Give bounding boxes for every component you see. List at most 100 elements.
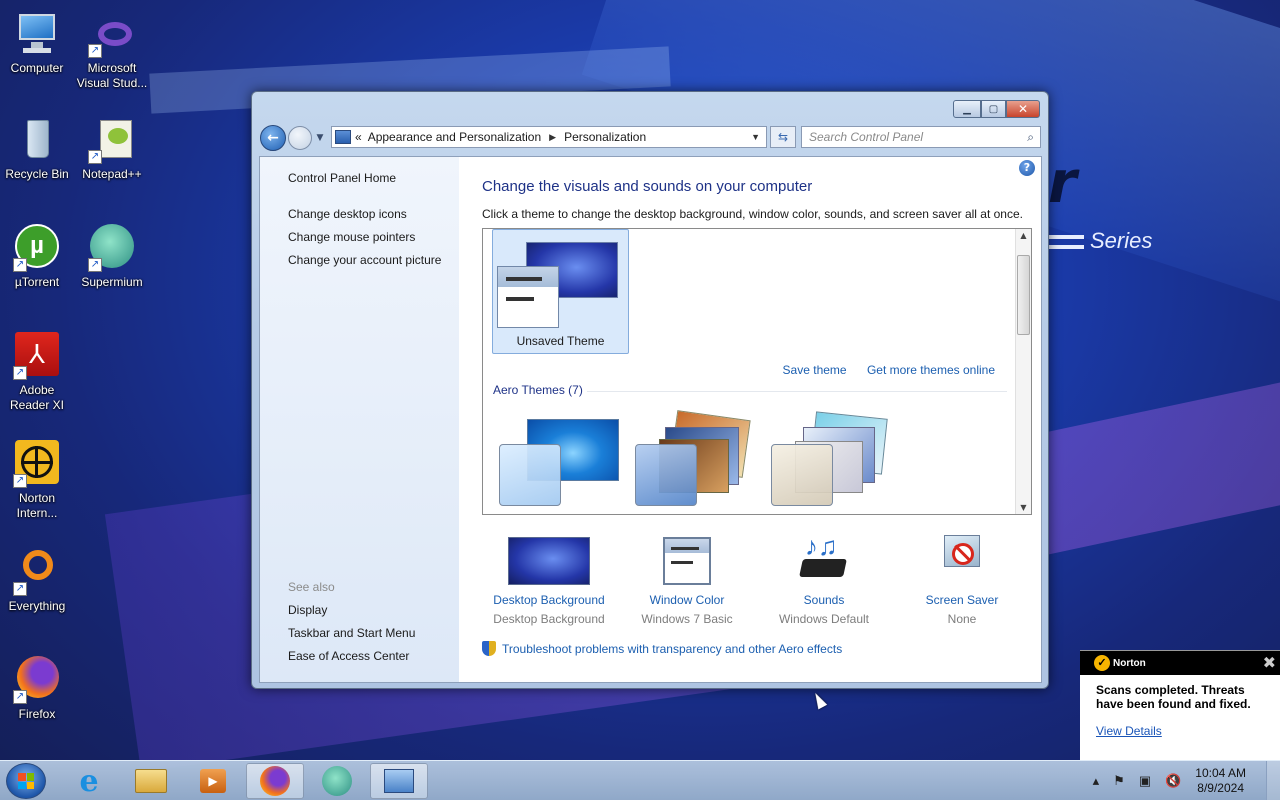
get-more-themes-link[interactable]: Get more themes online [867, 363, 995, 377]
desktop-icon-utorrent[interactable]: µ ↗ µTorrent [0, 224, 74, 290]
clock-date: 8/9/2024 [1197, 781, 1244, 795]
close-notification-icon[interactable]: ✖ [1263, 653, 1276, 672]
taskbar-media-player[interactable]: ▶ [184, 763, 242, 799]
norton-message: Scans completed. Threats have been found… [1096, 683, 1251, 711]
control-panel-home-link[interactable]: Control Panel Home [288, 171, 396, 185]
desktop-icon-label: µTorrent [14, 275, 60, 289]
display-link[interactable]: Display [288, 603, 327, 617]
address-chevron[interactable]: « [355, 130, 362, 144]
window-color-link[interactable]: Window Color [617, 593, 757, 607]
utorrent-icon: µ ↗ [13, 224, 61, 272]
ease-of-access-link[interactable]: Ease of Access Center [288, 649, 409, 663]
desktop-icon-recycle-bin[interactable]: Recycle Bin [0, 116, 74, 182]
volume-muted-icon[interactable]: 🔇 [1165, 773, 1181, 789]
troubleshoot-link[interactable]: Troubleshoot problems with transparency … [502, 642, 842, 656]
breadcrumb-separator-icon[interactable]: ▶ [549, 132, 556, 143]
theme-label: Unsaved Theme [516, 334, 605, 348]
desktop-icon-adobe-reader[interactable]: ⅄ ↗ Adobe Reader XI [0, 332, 74, 413]
desktop-icon-label: Firefox [18, 707, 56, 721]
desktop-icon-computer[interactable]: Computer [0, 10, 74, 76]
screen-saver-link[interactable]: Screen Saver [892, 593, 1032, 607]
taskbar-firefox[interactable] [246, 763, 304, 799]
desktop-background-icon [508, 533, 590, 587]
taskbar-supermium[interactable] [308, 763, 366, 799]
view-details-link[interactable]: View Details [1096, 724, 1280, 738]
screen-saver-icon [938, 533, 986, 587]
desktop-icon-notepadpp[interactable]: ↗ Notepad++ [75, 116, 149, 182]
taskbar-start-menu-link[interactable]: Taskbar and Start Menu [288, 626, 415, 640]
aero-theme-characters[interactable] [767, 411, 892, 510]
maximize-button[interactable]: ▢ [981, 100, 1006, 118]
window-controls: ▁ ▢ ✕ [953, 100, 1040, 118]
change-mouse-pointers-link[interactable]: Change mouse pointers [288, 230, 415, 244]
internet-explorer-icon: e [79, 763, 99, 799]
aero-theme-architecture[interactable] [631, 410, 756, 510]
address-dropdown-icon[interactable]: ▼ [751, 132, 760, 142]
desktop-icon-supermium[interactable]: ↗ Supermium [75, 224, 149, 290]
control-panel-icon [384, 769, 414, 793]
forward-button[interactable] [288, 126, 312, 150]
desktop-icon-label: Supermium [81, 275, 143, 289]
window-color-setting[interactable]: Window Color Windows 7 Basic [617, 533, 757, 626]
wallpaper-series-text: Series [1040, 228, 1152, 254]
desktop-icon-everything[interactable]: ↗ Everything [0, 548, 74, 614]
breadcrumb-appearance[interactable]: Appearance and Personalization [368, 130, 541, 144]
desktop-icon-visual-studio[interactable]: ↗ Microsoft Visual Stud... [75, 18, 149, 91]
taskbar-control-panel[interactable] [370, 763, 428, 799]
supermium-icon [322, 766, 352, 796]
address-bar[interactable]: « Appearance and Personalization ▶ Perso… [331, 126, 767, 148]
help-icon[interactable]: ? [1019, 160, 1035, 176]
window-color-icon [663, 533, 711, 587]
desktop-icon-label: Computer [10, 61, 64, 75]
close-button[interactable]: ✕ [1006, 100, 1040, 118]
theme-settings: Desktop Background Desktop Background Wi… [482, 533, 1032, 633]
back-button[interactable]: ← [260, 125, 286, 151]
taskbar-file-explorer[interactable] [122, 763, 180, 799]
everything-icon: ↗ [13, 548, 61, 596]
visual-studio-icon: ↗ [88, 18, 136, 58]
desktop-icon-label: Microsoft Visual Stud... [76, 61, 148, 90]
sounds-icon: ♪♫ [797, 533, 851, 587]
refresh-button[interactable]: ⇆ [770, 126, 796, 148]
search-icon[interactable]: ⌕ [1027, 130, 1034, 145]
aero-theme-windows7[interactable] [495, 415, 620, 510]
window-content: Control Panel Home Change desktop icons … [259, 156, 1042, 683]
desktop-icon-label: Norton Intern... [16, 491, 58, 520]
supermium-icon: ↗ [88, 224, 136, 272]
scroll-down-icon[interactable]: ▼ [1016, 503, 1031, 512]
theme-list-scrollbar[interactable]: ▲ ▼ [1015, 229, 1031, 514]
action-center-flag-icon[interactable]: ⚑ [1113, 773, 1125, 789]
breadcrumb-personalization[interactable]: Personalization [564, 130, 646, 144]
desktop-icon-firefox[interactable]: ↗ Firefox [0, 656, 74, 722]
norton-logo: ✓ Norton [1094, 655, 1146, 671]
minimize-button[interactable]: ▁ [953, 100, 981, 118]
recent-pages-dropdown[interactable]: ▼ [314, 133, 326, 143]
taskbar-internet-explorer[interactable]: e [60, 763, 118, 799]
aero-themes-heading: Aero Themes (7) [493, 383, 583, 397]
navigation-bar: ← ▼ « Appearance and Personalization ▶ P… [260, 125, 1041, 151]
show-hidden-icons-icon[interactable]: ▴ [1093, 773, 1100, 789]
scrollbar-thumb[interactable] [1017, 255, 1030, 335]
theme-unsaved[interactable]: Unsaved Theme [492, 229, 629, 354]
sounds-setting[interactable]: ♪♫ Sounds Windows Default [754, 533, 894, 626]
screen-saver-setting[interactable]: Screen Saver None [892, 533, 1032, 626]
save-theme-link[interactable]: Save theme [783, 363, 847, 377]
scroll-up-icon[interactable]: ▲ [1016, 231, 1031, 240]
show-desktop-button[interactable] [1266, 761, 1280, 800]
left-task-pane: Control Panel Home Change desktop icons … [260, 157, 459, 682]
desktop-icon-norton[interactable]: ↗ Norton Intern... [0, 440, 74, 521]
start-button[interactable] [6, 763, 46, 799]
troubleshoot-aero[interactable]: Troubleshoot problems with transparency … [482, 641, 842, 656]
search-input[interactable]: Search Control Panel ⌕ [801, 126, 1041, 148]
desktop-background-link[interactable]: Desktop Background [479, 593, 619, 607]
desktop-background-setting[interactable]: Desktop Background Desktop Background [479, 533, 619, 626]
window-color-value: Windows 7 Basic [641, 612, 733, 626]
change-account-picture-link[interactable]: Change your account picture [288, 253, 441, 267]
sounds-link[interactable]: Sounds [754, 593, 894, 607]
wallpaper-logo: r [1048, 148, 1077, 216]
change-desktop-icons-link[interactable]: Change desktop icons [288, 207, 407, 221]
recycle-bin-icon [13, 116, 61, 164]
media-player-icon: ▶ [200, 769, 226, 793]
network-icon[interactable]: ▣ [1139, 773, 1151, 789]
clock[interactable]: 10:04 AM 8/9/2024 [1195, 766, 1246, 796]
